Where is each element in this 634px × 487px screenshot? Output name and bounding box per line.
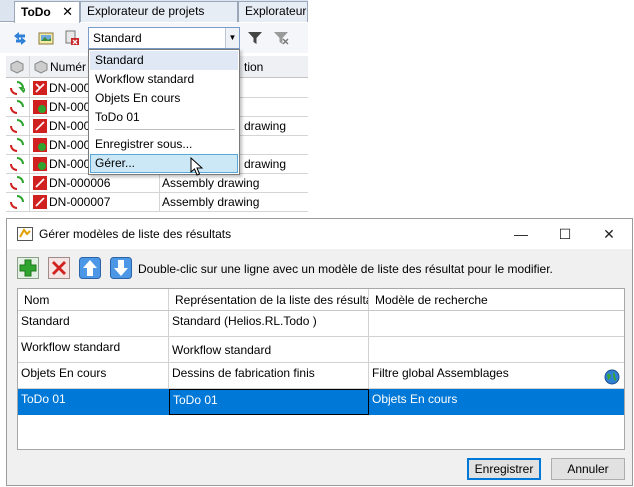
table-row-selected[interactable]: ToDo 01 ToDo 01 Objets En cours <box>18 389 624 415</box>
chevron-down-icon[interactable]: ▼ <box>225 28 239 48</box>
filter-icon[interactable] <box>247 30 263 46</box>
table-row[interactable]: Objets En cours Dessins de fabrication f… <box>18 363 624 389</box>
number-text: DN-000006 <box>49 176 111 190</box>
status-cell <box>6 136 30 155</box>
drawing-icon <box>33 81 47 95</box>
tab-explorer[interactable]: Explorateur <box>238 1 308 22</box>
cycle-icon <box>10 157 24 171</box>
header-number-label: Numér <box>50 60 87 74</box>
dialog-hint: Double-clic sur une ligne avec un modèle… <box>138 262 553 276</box>
dropdown-item-manage[interactable]: Gérer... <box>90 154 238 173</box>
save-button[interactable]: Enregistrer <box>467 458 541 480</box>
cycle-icon <box>10 81 27 95</box>
move-up-icon[interactable] <box>79 257 101 279</box>
status-cell <box>6 79 30 98</box>
tab-bar: ToDo ✕ Explorateur de projets Explorateu… <box>0 0 308 23</box>
status-cell <box>6 117 30 136</box>
status-cell <box>6 98 30 117</box>
representation-cell: Workflow standard <box>169 337 369 363</box>
tab-todo[interactable]: ToDo ✕ <box>14 1 80 23</box>
search-cell: Objets En cours <box>369 389 624 415</box>
maximize-icon[interactable]: ☐ <box>554 224 576 244</box>
sync-icon[interactable] <box>12 30 28 46</box>
dropdown-item-workflow-standard[interactable]: Workflow standard <box>90 70 238 89</box>
document-image-icon[interactable] <box>38 30 54 46</box>
dropdown-item-todo-01[interactable]: ToDo 01 <box>90 108 238 127</box>
close-icon[interactable]: ✕ <box>598 224 620 244</box>
dialog-titlebar: Gérer modèles de liste des résultats — ☐… <box>7 219 632 249</box>
mouse-pointer-icon <box>190 157 204 176</box>
templates-table: Nom Représentation de la liste des résul… <box>17 288 625 450</box>
table-header: Nom Représentation de la liste des résul… <box>18 289 624 311</box>
description-cell: Assembly drawing <box>162 195 260 209</box>
column-header-name[interactable]: Nom <box>18 289 169 311</box>
result-view-select-value: Standard <box>93 31 142 45</box>
delete-document-icon[interactable] <box>64 30 80 46</box>
representation-cell: ToDo 01 <box>169 389 369 415</box>
result-view-dropdown: Standard Workflow standard Objets En cou… <box>88 49 240 175</box>
tab-explorer-label: Explorateur <box>245 4 307 18</box>
search-cell <box>369 337 624 363</box>
number-cell: DN-000007 <box>30 193 160 212</box>
name-cell: Standard <box>18 311 169 337</box>
globe-icon[interactable] <box>604 369 620 385</box>
number-text: DN-000007 <box>49 195 111 209</box>
name-cell: ToDo 01 <box>18 389 169 415</box>
name-cell: Objets En cours <box>18 363 169 389</box>
result-view-select[interactable]: Standard ▼ <box>88 27 240 49</box>
app-icon <box>17 227 33 241</box>
cycle-icon <box>10 119 24 133</box>
column-header-search[interactable]: Modèle de recherche <box>369 289 624 311</box>
column-header-representation[interactable]: Représentation de la liste des résulta <box>169 289 369 311</box>
status-cell <box>6 193 30 212</box>
minimize-icon[interactable]: — <box>510 224 532 244</box>
table-row[interactable]: DN-000007 Assembly drawing <box>6 193 308 212</box>
drawing-icon <box>33 119 47 133</box>
drawing-icon <box>33 100 47 114</box>
dropdown-separator <box>95 129 235 130</box>
move-down-icon[interactable] <box>110 257 132 279</box>
description-cell: Assembly drawing <box>162 176 260 190</box>
search-cell: Filtre global Assemblages <box>369 363 624 389</box>
tab-project-explorer-label: Explorateur de projets <box>87 4 205 18</box>
dropdown-item-objets-en-cours[interactable]: Objets En cours <box>90 89 238 108</box>
table-row[interactable]: Workflow standard Workflow standard <box>18 337 624 363</box>
dropdown-item-save-as[interactable]: Enregistrer sous... <box>90 135 238 154</box>
drawing-icon <box>33 157 47 171</box>
cycle-icon <box>10 138 24 152</box>
manage-templates-dialog: Gérer modèles de liste des résultats — ☐… <box>6 218 633 486</box>
dialog-title: Gérer modèles de liste des résultats <box>39 227 232 241</box>
header-status-col[interactable] <box>6 56 30 78</box>
cycle-icon <box>10 195 24 209</box>
search-cell <box>369 311 624 337</box>
drawing-icon <box>33 195 47 209</box>
table-row[interactable]: DN-000006 Assembly drawing <box>6 174 308 193</box>
status-cell <box>6 155 30 174</box>
search-text: Filtre global Assemblages <box>372 366 509 380</box>
drawing-icon <box>33 176 47 190</box>
number-cell: DN-000006 <box>30 174 160 193</box>
status-cell <box>6 174 30 193</box>
dropdown-item-standard[interactable]: Standard <box>90 51 238 70</box>
cube-icon <box>34 60 48 74</box>
add-icon[interactable] <box>17 257 39 279</box>
cycle-icon <box>10 100 24 114</box>
cancel-button[interactable]: Annuler <box>551 458 625 480</box>
tab-project-explorer[interactable]: Explorateur de projets <box>80 1 238 22</box>
drawing-icon <box>33 138 47 152</box>
tab-todo-label: ToDo <box>21 5 51 19</box>
cube-icon <box>10 60 24 74</box>
table-row[interactable]: Standard Standard (Helios.RL.Todo ) <box>18 311 624 337</box>
representation-cell: Dessins de fabrication finis <box>169 363 369 389</box>
name-cell: Workflow standard <box>18 337 169 363</box>
cycle-icon <box>10 176 24 190</box>
header-description-label: tion <box>244 60 264 74</box>
representation-cell: Standard (Helios.RL.Todo ) <box>169 311 369 337</box>
delete-icon[interactable] <box>48 257 70 279</box>
clear-filter-icon[interactable] <box>273 30 289 46</box>
close-tab-icon[interactable]: ✕ <box>62 4 73 19</box>
